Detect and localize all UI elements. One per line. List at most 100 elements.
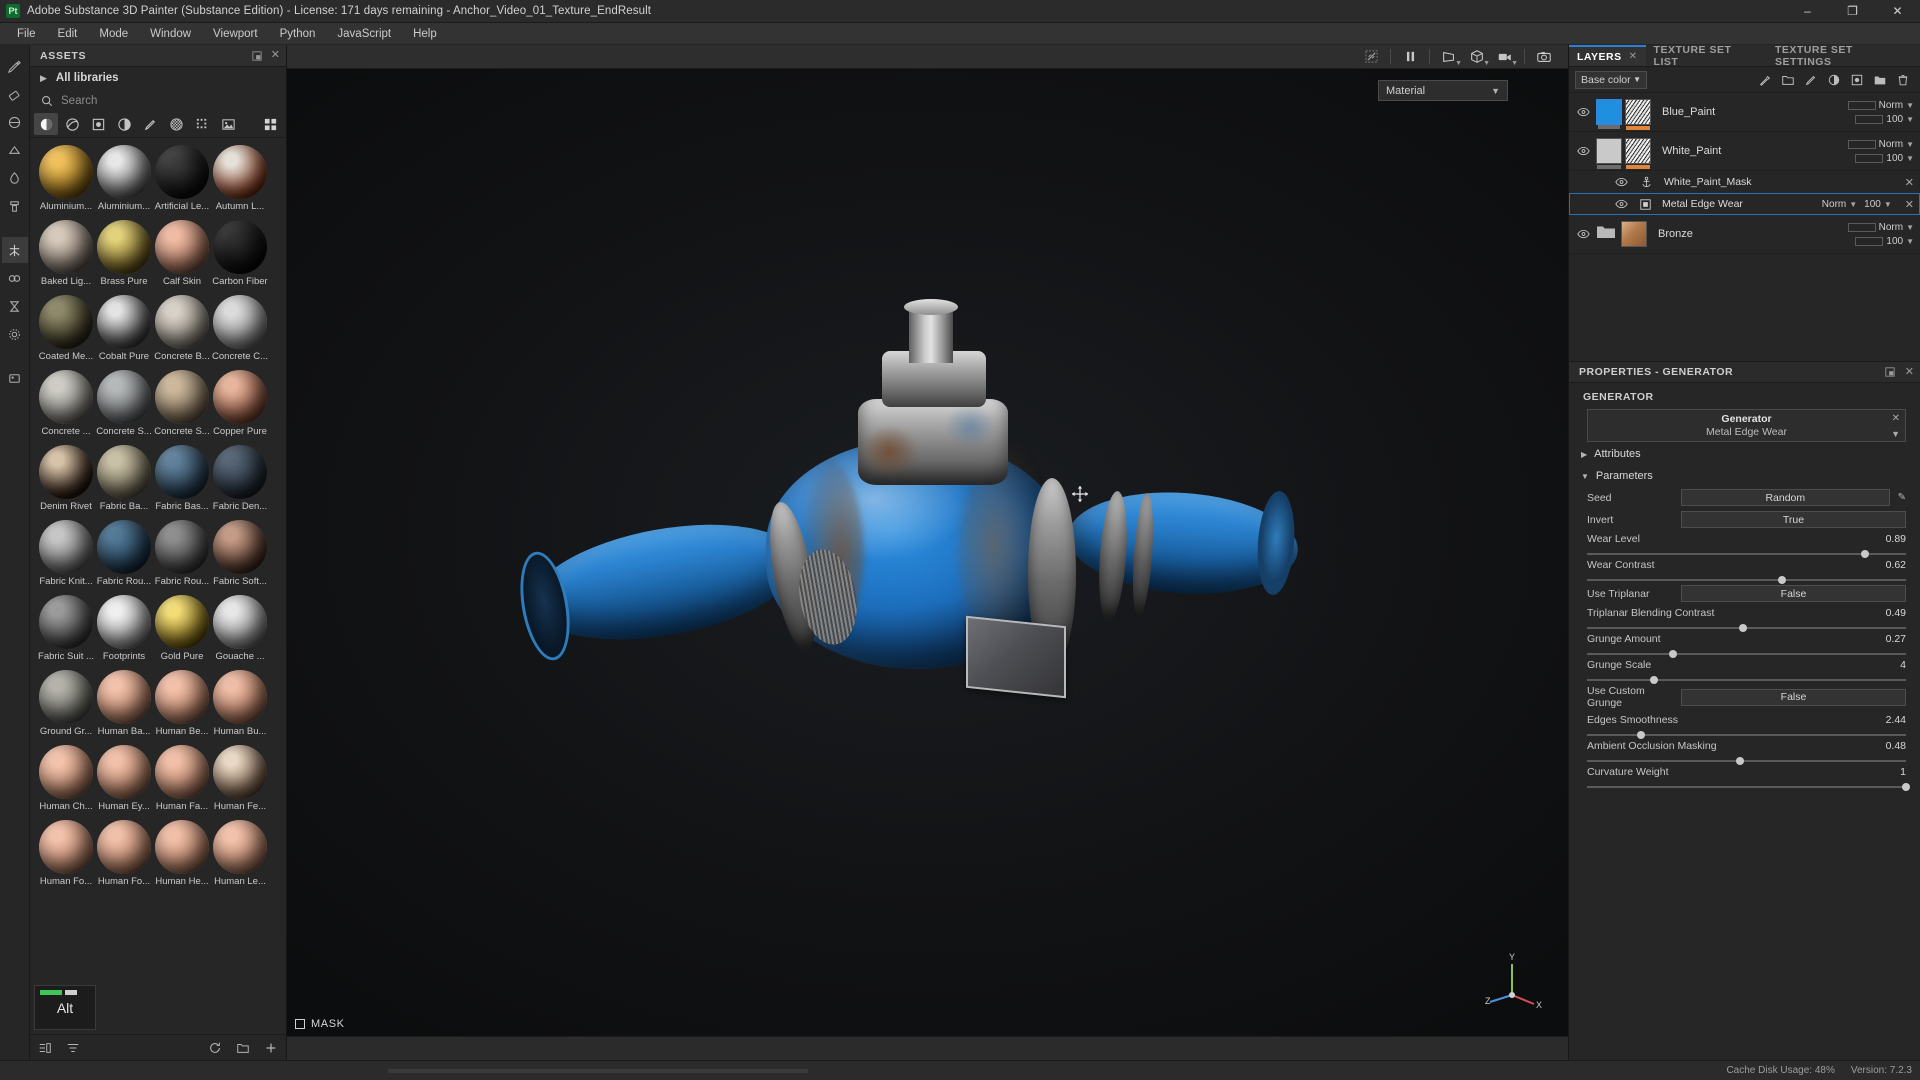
asset-item[interactable]: Human Le...	[212, 820, 268, 888]
asset-list-view-icon[interactable]	[38, 1041, 52, 1055]
attributes-group-header[interactable]: ▶ Attributes	[1569, 442, 1920, 464]
menu-help[interactable]: Help	[402, 24, 448, 44]
asset-filter-icon[interactable]	[66, 1041, 80, 1055]
refresh-icon[interactable]	[208, 1041, 222, 1055]
asset-item[interactable]: Concrete C...	[212, 295, 268, 363]
close-button[interactable]: ✕	[1875, 0, 1920, 22]
clear-generator-icon[interactable]: ✕	[1892, 413, 1900, 424]
opacity-dropdown[interactable]: 100 ▼	[1855, 153, 1914, 164]
opacity-dropdown[interactable]: 100 ▼	[1864, 199, 1892, 210]
slider-knob[interactable]	[1902, 783, 1910, 791]
asset-item[interactable]: Human Fo...	[38, 820, 94, 888]
smart-materials-filter-icon[interactable]	[60, 113, 84, 135]
slider-knob[interactable]	[1637, 731, 1646, 739]
all-libraries-row[interactable]: ▶ All libraries	[30, 67, 286, 89]
open-folder-icon[interactable]	[236, 1041, 250, 1055]
asset-item[interactable]: Human Bu...	[212, 670, 268, 738]
opacity-dropdown[interactable]: 100 ▼	[1855, 114, 1914, 125]
close-panel-icon[interactable]: ✕	[271, 50, 280, 61]
menu-viewport[interactable]: Viewport	[202, 24, 269, 44]
minimize-button[interactable]: –	[1785, 0, 1830, 22]
shader-mode-dropdown[interactable]: Material ▼	[1378, 80, 1508, 101]
parameter-slider[interactable]	[1587, 550, 1906, 558]
slider-knob[interactable]	[1669, 650, 1678, 658]
menu-javascript[interactable]: JavaScript	[326, 24, 402, 44]
screenshot-icon[interactable]	[1530, 46, 1558, 68]
asset-item[interactable]: Copper Pure	[212, 370, 268, 438]
asset-item[interactable]: Concrete B...	[154, 295, 210, 363]
asset-item[interactable]: Aluminium...	[96, 145, 152, 213]
asset-item[interactable]: Human Fa...	[154, 745, 210, 813]
effects-icon[interactable]	[1758, 73, 1772, 87]
asset-item[interactable]: Baked Lig...	[38, 220, 94, 288]
asset-item[interactable]: Artificial Le...	[154, 145, 210, 213]
remove-mask-icon[interactable]: ✕	[1905, 176, 1914, 189]
tab-texture-set-list[interactable]: TEXTURE SET LIST	[1646, 44, 1767, 68]
asset-item[interactable]: Coated Me...	[38, 295, 94, 363]
asset-item[interactable]: Aluminium...	[38, 145, 94, 213]
maximize-button[interactable]: ❐	[1830, 0, 1875, 22]
layer-row[interactable]: Metal Edge Wear Norm ▼ 100 ▼ ✕	[1569, 193, 1920, 215]
menu-edit[interactable]: Edit	[47, 24, 89, 44]
asset-item[interactable]: Human Fo...	[96, 820, 152, 888]
layer-color-thumbnail[interactable]	[1596, 99, 1622, 129]
parameter-slider[interactable]	[1587, 731, 1906, 739]
eraser-tool-icon[interactable]	[2, 81, 28, 107]
asset-item[interactable]: Ground Gr...	[38, 670, 94, 738]
tab-layers[interactable]: LAYERS ✕	[1569, 45, 1646, 66]
parameter-button[interactable]: Random	[1681, 489, 1890, 506]
close-icon-layers-tab[interactable]: ✕	[1629, 51, 1638, 62]
parameter-slider[interactable]	[1587, 676, 1906, 684]
generator-selector[interactable]: Generator Metal Edge Wear ✕ ▼	[1587, 409, 1906, 442]
paint-layer-icon[interactable]	[1804, 73, 1818, 87]
asset-item[interactable]: Concrete S...	[96, 370, 152, 438]
layer-color-thumbnail[interactable]	[1596, 138, 1622, 169]
asset-item[interactable]: Calf Skin	[154, 220, 210, 288]
slider-knob[interactable]	[1860, 550, 1869, 558]
asset-item[interactable]: Gold Pure	[154, 595, 210, 663]
add-asset-icon[interactable]	[264, 1041, 278, 1055]
asset-item[interactable]: Fabric Rou...	[96, 520, 152, 588]
asset-item[interactable]: Fabric Soft...	[212, 520, 268, 588]
asset-item[interactable]: Human Ba...	[96, 670, 152, 738]
smart-masks-filter-icon[interactable]	[112, 113, 136, 135]
close-properties-icon[interactable]: ✕	[1905, 366, 1914, 378]
eye-visibility-icon[interactable]	[1615, 177, 1628, 187]
masks-filter-icon[interactable]	[86, 113, 110, 135]
cube-view-icon[interactable]: ▼	[1463, 46, 1491, 68]
axis-gizmo[interactable]: Y Z X	[1482, 950, 1542, 1010]
mask-icon[interactable]	[1850, 73, 1864, 87]
layer-row[interactable]: White_Paint_Mask ✕	[1569, 171, 1920, 193]
bake-icon[interactable]	[2, 265, 28, 291]
slider-knob[interactable]	[1777, 576, 1786, 584]
asset-item[interactable]: Fabric Ba...	[96, 445, 152, 513]
parameter-slider[interactable]	[1587, 757, 1906, 765]
eye-visibility-icon[interactable]	[1615, 199, 1628, 209]
folder-icon[interactable]	[1596, 221, 1618, 243]
channel-dropdown[interactable]: Base color ▼	[1575, 70, 1647, 89]
eye-visibility-icon[interactable]	[1577, 146, 1590, 156]
eye-visibility-icon[interactable]	[1577, 107, 1590, 117]
trash-icon[interactable]	[1896, 73, 1910, 87]
blend-mode-dropdown[interactable]: Norm ▼	[1847, 139, 1914, 150]
geometry-fill-tool-icon[interactable]	[2, 137, 28, 163]
grid-view-toggle-icon[interactable]	[258, 113, 282, 135]
layer-row[interactable]: Bronze Norm ▼ 100 ▼	[1569, 215, 1920, 254]
camera-view-icon[interactable]: ▼	[1491, 46, 1519, 68]
slider-knob[interactable]	[1739, 624, 1748, 632]
slider-knob[interactable]	[1736, 757, 1745, 765]
asset-item[interactable]: Fabric Den...	[212, 445, 268, 513]
search-input[interactable]	[61, 94, 280, 107]
projection-tool-icon[interactable]	[2, 109, 28, 135]
slider-knob[interactable]	[1649, 676, 1658, 684]
float-properties-icon[interactable]	[1885, 366, 1895, 378]
asset-item[interactable]: Fabric Rou...	[154, 520, 210, 588]
folder-content-thumbnail[interactable]	[1621, 221, 1647, 247]
hourglass-icon[interactable]	[2, 293, 28, 319]
asset-item[interactable]: Cobalt Pure	[96, 295, 152, 363]
float-panel-icon[interactable]	[252, 50, 262, 61]
parameter-button[interactable]: False	[1681, 585, 1906, 602]
layer-mask-thumbnail[interactable]	[1625, 99, 1651, 130]
asset-item[interactable]: Human Fe...	[212, 745, 268, 813]
remove-effect-icon[interactable]: ✕	[1905, 198, 1914, 211]
